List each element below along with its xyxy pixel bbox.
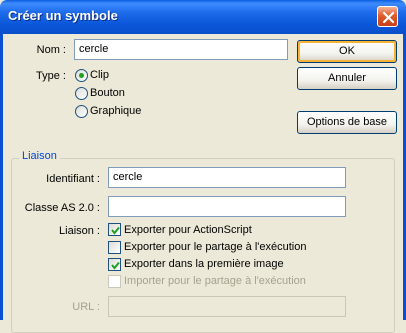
url-label: URL :	[72, 301, 100, 313]
radio-graphique-label[interactable]: Graphique	[90, 105, 141, 117]
radio-bouton-label[interactable]: Bouton	[90, 87, 125, 99]
import-runtime-sharing-label: Importer pour le partage à l'exécution	[124, 275, 306, 287]
export-runtime-sharing-label[interactable]: Exporter pour le partage à l'exécution	[124, 241, 307, 253]
close-icon	[382, 11, 395, 24]
as-class-label: Classe AS 2.0 :	[24, 202, 100, 214]
linkage-label: Liaison :	[59, 225, 100, 237]
import-runtime-sharing-checkbox	[108, 275, 121, 288]
window-title: Créer un symbole	[8, 8, 118, 23]
basic-options-button[interactable]: Options de base	[297, 111, 397, 134]
url-input	[108, 296, 346, 317]
ok-button[interactable]: OK	[297, 40, 397, 63]
export-actionscript-checkbox[interactable]	[108, 223, 121, 236]
checkmark-icon	[111, 261, 120, 270]
export-actionscript-label[interactable]: Exporter pour ActionScript	[124, 224, 252, 236]
name-label: Nom :	[36, 44, 66, 56]
export-first-frame-checkbox[interactable]	[108, 258, 121, 271]
cancel-button[interactable]: Annuler	[297, 67, 397, 90]
window-frame-left	[0, 34, 3, 320]
name-input[interactable]: cercle	[74, 39, 288, 60]
identifier-input[interactable]: cercle	[108, 167, 346, 188]
create-symbol-dialog: Créer un symbole Nom : cercle Type : Cli…	[0, 0, 406, 333]
close-button[interactable]	[377, 6, 398, 27]
as-class-input[interactable]	[108, 196, 346, 217]
linkage-legend: Liaison	[19, 150, 60, 162]
radio-clip-label[interactable]: Clip	[90, 69, 109, 81]
radio-graphique[interactable]	[75, 105, 88, 118]
radio-bouton[interactable]	[75, 87, 88, 100]
title-bar[interactable]: Créer un symbole	[0, 0, 406, 34]
export-runtime-sharing-checkbox[interactable]	[108, 241, 121, 254]
radio-selected-dot	[79, 73, 84, 78]
type-label: Type :	[36, 70, 66, 82]
identifier-label: Identifiant :	[46, 173, 100, 185]
export-first-frame-label[interactable]: Exporter dans la première image	[124, 258, 284, 270]
radio-clip[interactable]	[75, 69, 88, 82]
checkmark-icon	[111, 226, 120, 235]
